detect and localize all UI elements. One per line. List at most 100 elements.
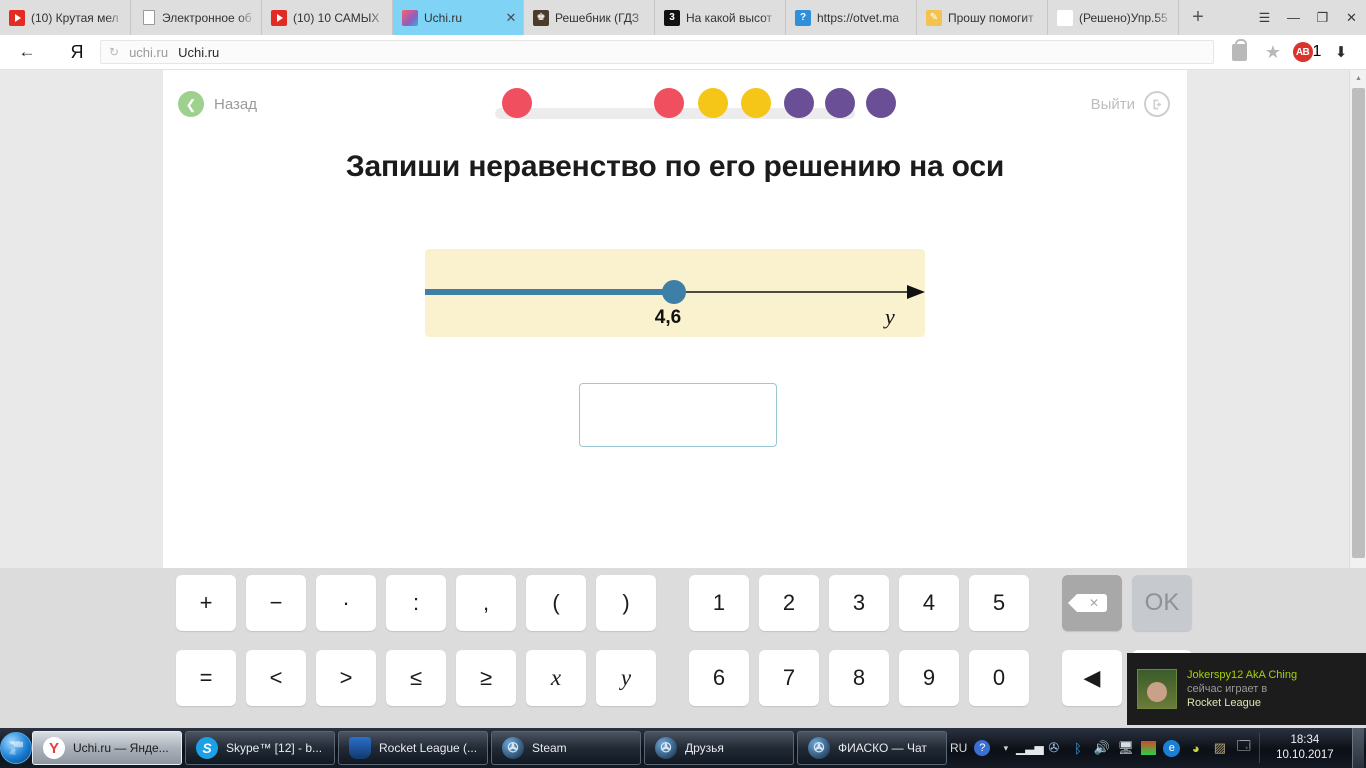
exit-label: Выйти	[1091, 96, 1135, 113]
browser-tab[interactable]: 5 (Решено)Упр.55	[1048, 0, 1179, 35]
taskbar-item-label: ФИАСКО — Чат	[838, 741, 927, 755]
key-paren-open[interactable]: (	[526, 575, 586, 631]
key-equals[interactable]: =	[176, 650, 236, 706]
key-0[interactable]: 0	[969, 650, 1029, 706]
key-less-than[interactable]: <	[246, 650, 306, 706]
adblock-icon[interactable]: AB 1	[1290, 37, 1324, 67]
key-9[interactable]: 9	[899, 650, 959, 706]
start-button[interactable]	[0, 728, 32, 768]
key-5[interactable]: 5	[969, 575, 1029, 631]
tab-title: https://otvet.ma	[817, 11, 910, 25]
toolbar-actions: ★ AB 1 ⬇	[1222, 37, 1366, 67]
address-bar[interactable]: ↻ uchi.ru Uchi.ru	[100, 40, 1214, 64]
progress-dot	[825, 88, 855, 118]
shield-icon[interactable]: ◕	[1187, 740, 1204, 757]
restore-button[interactable]: ❐	[1308, 0, 1337, 35]
key-x[interactable]: x	[526, 650, 586, 706]
browser-tab-active-uchi[interactable]: Uchi.ru ✕	[393, 0, 524, 35]
download-icon[interactable]: ⬇	[1324, 37, 1358, 67]
back-label: Назад	[214, 96, 257, 113]
bookmark-star-icon[interactable]: ★	[1256, 37, 1290, 67]
youtube-icon	[9, 10, 25, 26]
key-comma[interactable]: ,	[456, 575, 516, 631]
browser-tab[interactable]: 3 На какой высот	[655, 0, 786, 35]
adblock-badge: 1	[1313, 43, 1322, 61]
minimize-button[interactable]: —	[1279, 0, 1308, 35]
grid-icon[interactable]	[1141, 741, 1156, 755]
window-controls: ☰ — ❐ ✕	[1250, 0, 1366, 35]
gdz-icon: ♚	[533, 10, 549, 26]
vertical-scrollbar[interactable]: ▲	[1349, 70, 1366, 568]
network-icon[interactable]: 🖥	[1117, 740, 1134, 757]
chevron-up-icon[interactable]: ▾	[997, 740, 1014, 757]
browser-tab[interactable]: ✎ Прошу помогит	[917, 0, 1048, 35]
key-7[interactable]: 7	[759, 650, 819, 706]
taskbar-item-label: Skype™ [12] - b...	[226, 741, 322, 755]
clock-time: 18:34	[1290, 734, 1319, 746]
back-button[interactable]: ❮ Назад	[178, 91, 257, 117]
progress-dot	[784, 88, 814, 118]
volume-icon[interactable]: 🔊	[1093, 740, 1110, 757]
key-greater-than[interactable]: >	[316, 650, 376, 706]
steam-icon	[808, 737, 830, 759]
page-title: Запиши неравенство по его решению на оси	[163, 150, 1187, 184]
cursor-left-key[interactable]: ◀	[1062, 650, 1122, 706]
new-tab-button[interactable]: +	[1179, 0, 1217, 35]
taskbar-item-rocket-league[interactable]: Rocket League (...	[338, 731, 488, 765]
key-3[interactable]: 3	[829, 575, 889, 631]
key-8[interactable]: 8	[829, 650, 889, 706]
exit-button[interactable]: Выйти	[1091, 91, 1170, 117]
app-icon[interactable]: ▨	[1211, 740, 1228, 757]
edge-icon[interactable]: e	[1163, 740, 1180, 757]
steam-notification[interactable]: Jokerspy12 AkA Ching сейчас играет в Roc…	[1127, 653, 1366, 725]
tab-title: На какой высот	[686, 11, 779, 25]
key-multiply[interactable]: ·	[316, 575, 376, 631]
key-minus[interactable]: −	[246, 575, 306, 631]
key-divide[interactable]: :	[386, 575, 446, 631]
taskbar-item-skype[interactable]: S Skype™ [12] - b...	[185, 731, 335, 765]
key-2[interactable]: 2	[759, 575, 819, 631]
reload-icon[interactable]: ↻	[109, 45, 119, 59]
scrollbar-thumb[interactable]	[1352, 88, 1365, 558]
progress-dot	[698, 88, 728, 118]
taskbar-item-friends[interactable]: Друзья	[644, 731, 794, 765]
devices-icon[interactable]: 🗔	[1235, 740, 1252, 757]
ok-key[interactable]: OK	[1132, 575, 1192, 631]
key-greater-or-equal[interactable]: ≥	[456, 650, 516, 706]
taskbar-item-chat[interactable]: ФИАСКО — Чат	[797, 731, 947, 765]
bluetooth-icon[interactable]: ᛒ	[1069, 740, 1086, 757]
show-desktop-button[interactable]	[1352, 728, 1364, 768]
taskbar-item-uchi[interactable]: Y Uchi.ru — Янде...	[32, 731, 182, 765]
key-plus[interactable]: +	[176, 575, 236, 631]
scroll-up-icon[interactable]: ▲	[1350, 70, 1366, 87]
browser-tab[interactable]: ♚ Решебник (ГДЗ	[524, 0, 655, 35]
answer-input[interactable]	[579, 383, 777, 447]
key-y[interactable]: y	[596, 650, 656, 706]
key-4[interactable]: 4	[899, 575, 959, 631]
taskbar-item-label: Uchi.ru — Янде...	[73, 741, 169, 755]
backspace-key[interactable]: ✕	[1062, 575, 1122, 631]
taskbar-item-steam[interactable]: Steam	[491, 731, 641, 765]
lock-icon[interactable]	[1222, 37, 1256, 67]
wifi-icon[interactable]: ▁▃▅	[1021, 740, 1038, 757]
hamburger-menu-icon[interactable]: ☰	[1250, 0, 1279, 35]
key-less-or-equal[interactable]: ≤	[386, 650, 446, 706]
browser-tab[interactable]: Электронное об	[131, 0, 262, 35]
language-indicator[interactable]: RU	[950, 741, 967, 755]
tab-title: Прошу помогит	[948, 11, 1041, 25]
rocket-league-icon	[349, 737, 371, 759]
browser-tab[interactable]: (10) 10 САМЫХ	[262, 0, 393, 35]
windows-taskbar: Y Uchi.ru — Янде... S Skype™ [12] - b...…	[0, 728, 1366, 768]
close-window-button[interactable]: ✕	[1337, 0, 1366, 35]
browser-tab[interactable]: (10) Крутая мел	[0, 0, 131, 35]
clock[interactable]: 18:34 10.10.2017	[1259, 733, 1345, 763]
back-icon[interactable]: ←	[0, 42, 54, 62]
close-icon[interactable]: ✕	[505, 10, 517, 26]
help-icon[interactable]: ?	[974, 740, 990, 756]
yandex-logo-icon[interactable]: Я	[54, 42, 100, 63]
key-6[interactable]: 6	[689, 650, 749, 706]
steam-icon[interactable]: ✇	[1045, 740, 1062, 757]
key-paren-close[interactable]: )	[596, 575, 656, 631]
key-1[interactable]: 1	[689, 575, 749, 631]
browser-tab[interactable]: ? https://otvet.ma	[786, 0, 917, 35]
